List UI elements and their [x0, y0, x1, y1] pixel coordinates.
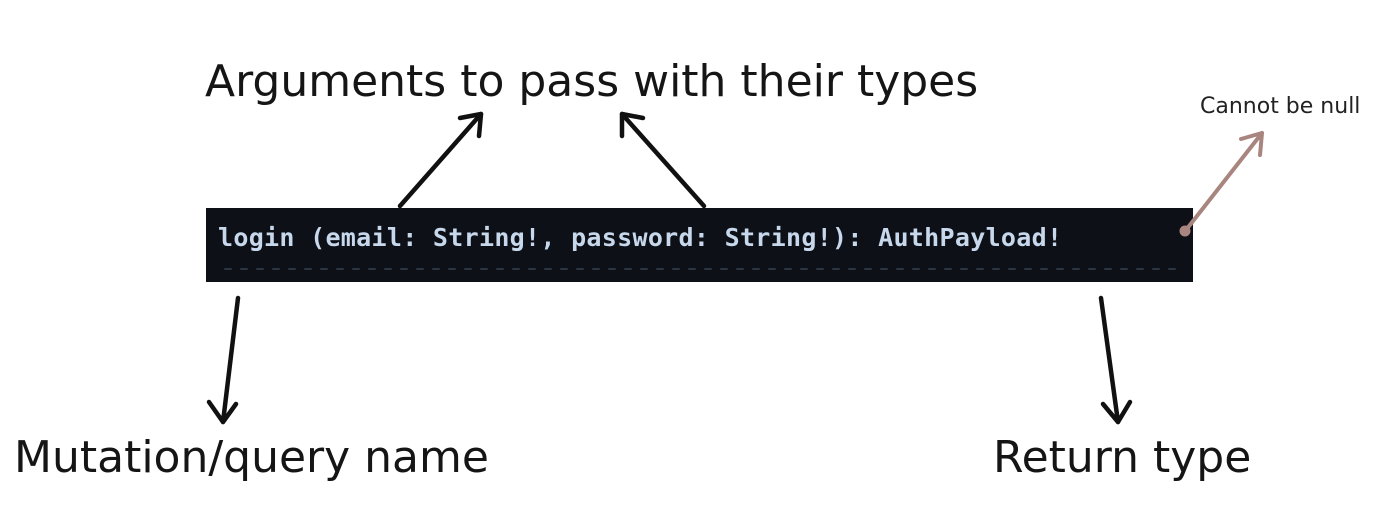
mutation-signature: login (email: String!, password: String!…	[218, 223, 1063, 252]
arrow-non-null	[1184, 131, 1264, 232]
arrow-password-arg	[619, 111, 707, 209]
code-snippet: login (email: String!, password: String!…	[206, 208, 1193, 282]
arrow-return-type	[1098, 295, 1133, 425]
name-label: Mutation/query name	[14, 432, 489, 483]
arguments-label: Arguments to pass with their types	[205, 56, 979, 107]
arrow-email-arg	[397, 111, 484, 209]
code-underline-dots	[220, 268, 1179, 270]
arrow-name	[206, 295, 241, 425]
return-type-label: Return type	[993, 432, 1252, 483]
non-null-label: Cannot be null	[1200, 94, 1361, 119]
